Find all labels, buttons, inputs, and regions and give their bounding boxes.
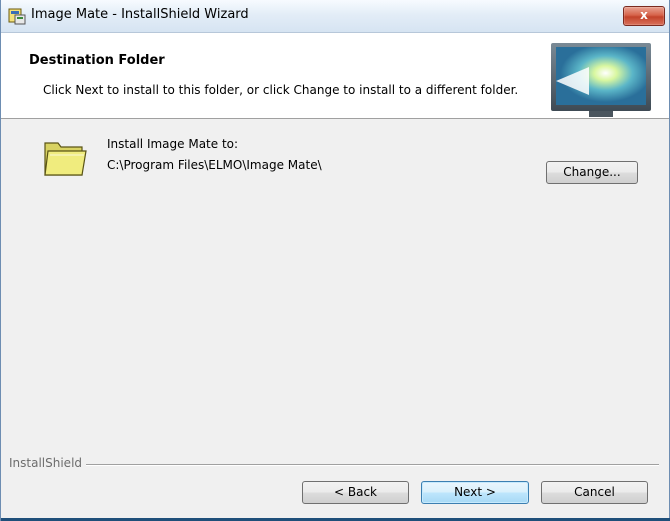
- installer-window: Image Mate - InstallShield Wizard x Dest…: [0, 0, 670, 521]
- page-title: Destination Folder: [29, 53, 165, 68]
- title-bar[interactable]: Image Mate - InstallShield Wizard x: [1, 0, 669, 33]
- header-banner: Destination Folder Click Next to install…: [1, 33, 669, 119]
- window-title: Image Mate - InstallShield Wizard: [31, 7, 249, 22]
- close-button[interactable]: x: [623, 6, 665, 26]
- folder-icon: [42, 135, 88, 179]
- installer-icon: [7, 6, 27, 26]
- cancel-button[interactable]: Cancel: [541, 481, 648, 504]
- footer-divider: [9, 464, 659, 466]
- install-path: C:\Program Files\ELMO\Image Mate\: [107, 158, 322, 172]
- installshield-brand: InstallShield: [9, 456, 87, 470]
- page-description: Click Next to install to this folder, or…: [43, 83, 519, 97]
- back-button[interactable]: < Back: [302, 481, 409, 504]
- change-button[interactable]: Change...: [546, 161, 638, 184]
- monitor-icon: [549, 41, 653, 121]
- close-icon: x: [640, 8, 648, 22]
- install-location-label: Install Image Mate to:: [107, 137, 239, 151]
- next-button[interactable]: Next >: [421, 481, 529, 504]
